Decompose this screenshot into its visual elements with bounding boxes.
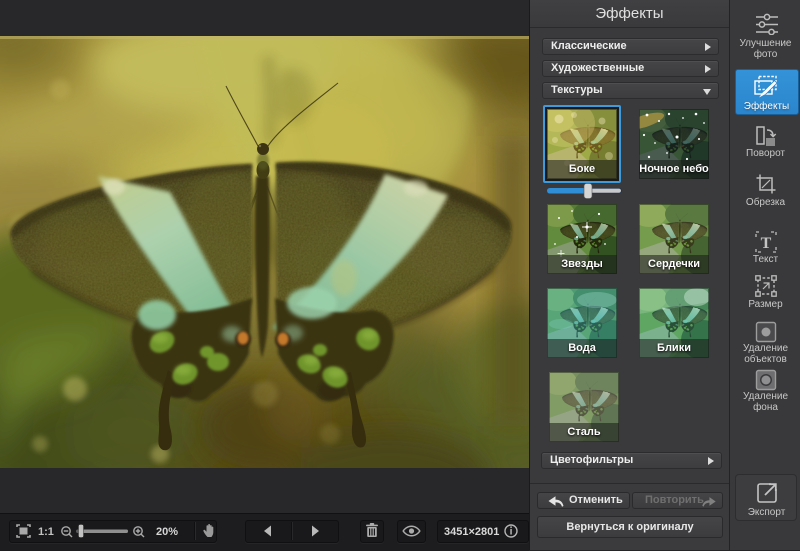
svg-text:20%: 20% (156, 526, 178, 538)
svg-text:T: T (761, 235, 772, 252)
svg-text:1:1: 1:1 (38, 526, 54, 538)
svg-text:3451×2801: 3451×2801 (444, 526, 499, 538)
